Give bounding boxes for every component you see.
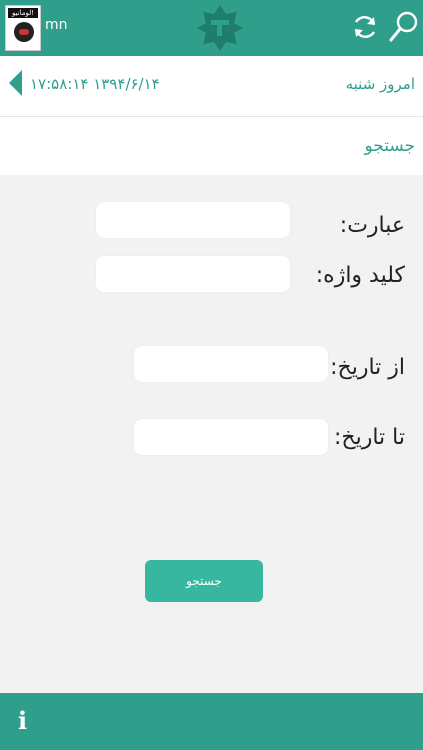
from-date-input[interactable] xyxy=(134,346,328,382)
app-logo-icon xyxy=(197,5,243,51)
from-date-label: از تاریخ: xyxy=(330,355,405,380)
section-title: جستجو xyxy=(364,136,415,156)
search-submit-button[interactable]: جستجو xyxy=(145,560,263,602)
keyword-label: کلید واژه: xyxy=(315,263,405,288)
current-datetime: ۱۷:۵۸:۱۴ ۱۳۹۴/۶/۱۴ xyxy=(30,75,160,93)
search-icon[interactable] xyxy=(388,10,418,44)
to-date-input[interactable] xyxy=(134,419,328,455)
phrase-label: عبارت: xyxy=(339,213,405,238)
keyword-input[interactable] xyxy=(96,256,290,292)
today-label: امروز شنبه xyxy=(345,75,415,93)
to-date-label: تا تاریخ: xyxy=(333,425,405,450)
section-header: جستجو xyxy=(0,117,423,175)
top-app-bar: لومانيو! mn xyxy=(0,0,423,56)
refresh-icon[interactable] xyxy=(350,12,380,42)
bottom-bar: i xyxy=(0,693,423,750)
back-arrow-icon[interactable] xyxy=(9,70,22,96)
ad-thumbnail[interactable]: لومانيو! xyxy=(5,5,41,51)
user-label: mn xyxy=(45,17,68,33)
phrase-input[interactable] xyxy=(96,202,290,238)
info-icon[interactable]: i xyxy=(18,706,27,735)
ad-banner-text: لومانيو! xyxy=(8,8,38,18)
food-image xyxy=(14,22,34,42)
date-bar: ۱۷:۵۸:۱۴ ۱۳۹۴/۶/۱۴ امروز شنبه xyxy=(0,56,423,117)
